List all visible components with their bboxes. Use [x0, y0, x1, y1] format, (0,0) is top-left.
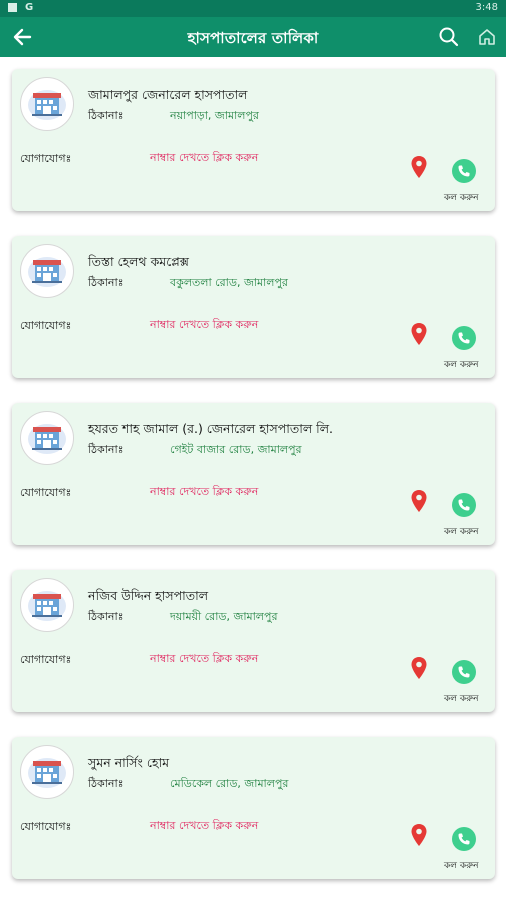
phone-icon: [458, 499, 470, 511]
call-label: কল করুন: [444, 694, 479, 704]
contact-label: যোগাযোগঃ: [20, 653, 72, 666]
phone-icon: [458, 165, 470, 177]
address-value: দয়াময়ী রোড, জামালপুর: [170, 610, 278, 623]
hospital-logo: [20, 578, 74, 632]
call-label: কল করুন: [444, 360, 479, 370]
address-value: বকুলতলা রোড, জামালপুর: [170, 276, 288, 289]
address-label: ঠিকানাঃ: [88, 109, 124, 122]
map-pin-icon[interactable]: [410, 489, 428, 513]
contact-number-link[interactable]: নাম্বার দেখতে ক্লিক করুন: [150, 483, 258, 502]
hospital-card[interactable]: জামালপুর জেনারেল হাসপাতাল ঠিকানাঃ নয়াপা…: [12, 69, 495, 211]
contact-label: যোগাযোগঃ: [20, 820, 72, 833]
hospital-building-icon: [28, 257, 66, 287]
hospital-name: নজিব উদ্দিন হাসপাতাল: [88, 588, 209, 603]
phone-icon: [458, 332, 470, 344]
hospital-logo: [20, 77, 74, 131]
address-label: ঠিকানাঃ: [88, 276, 124, 289]
status-time: 3:48: [475, 2, 498, 13]
map-pin-icon[interactable]: [410, 823, 428, 847]
hospital-logo: [20, 745, 74, 799]
hospital-logo: [20, 411, 74, 465]
search-icon[interactable]: [437, 25, 461, 49]
hospital-name: জামালপুর জেনারেল হাসপাতাল: [88, 87, 248, 102]
call-label: কল করুন: [444, 527, 479, 537]
hospital-building-icon: [28, 591, 66, 621]
map-pin-icon[interactable]: [410, 656, 428, 680]
hospital-name: তিস্তা হেলথ কমপ্লেক্স: [88, 254, 189, 269]
status-bar: G 3:48: [0, 0, 506, 17]
hospital-card[interactable]: সুমন নার্সিং হোম ঠিকানাঃ মেডিকেল রোড, জা…: [12, 737, 495, 879]
contact-label: যোগাযোগঃ: [20, 152, 72, 165]
address-label: ঠিকানাঃ: [88, 443, 124, 456]
hospital-logo: [20, 244, 74, 298]
contact-number-link[interactable]: নাম্বার দেখতে ক্লিক করুন: [150, 817, 258, 836]
contact-label: যোগাযোগঃ: [20, 319, 72, 332]
app-bar: হাসপাতালের তালিকা: [0, 17, 506, 57]
hospital-name: হযরত শাহ জামাল (র.) জেনারেল হাসপাতাল লি.: [88, 421, 334, 436]
page-title: হাসপাতালের তালিকা: [187, 29, 319, 47]
call-button[interactable]: [452, 493, 476, 517]
call-button[interactable]: [452, 827, 476, 851]
hospital-card[interactable]: হযরত শাহ জামাল (র.) জেনারেল হাসপাতাল লি.…: [12, 403, 495, 545]
hospital-card[interactable]: তিস্তা হেলথ কমপ্লেক্স ঠিকানাঃ বকুলতলা রো…: [12, 236, 495, 378]
phone-icon: [458, 833, 470, 845]
address-value: নয়াপাড়া, জামালপুর: [170, 109, 259, 122]
call-button[interactable]: [452, 660, 476, 684]
address-value: মেডিকেল রোড, জামালপুর: [170, 777, 289, 790]
google-icon: G: [25, 2, 34, 13]
map-pin-icon[interactable]: [410, 155, 428, 179]
hospital-card[interactable]: নজিব উদ্দিন হাসপাতাল ঠিকানাঃ দয়াময়ী রো…: [12, 570, 495, 712]
call-button[interactable]: [452, 326, 476, 350]
contact-number-link[interactable]: নাম্বার দেখতে ক্লিক করুন: [150, 650, 258, 669]
contact-label: যোগাযোগঃ: [20, 486, 72, 499]
address-label: ঠিকানাঃ: [88, 610, 124, 623]
contact-number-link[interactable]: নাম্বার দেখতে ক্লিক করুন: [150, 149, 258, 168]
hospital-building-icon: [28, 424, 66, 454]
home-icon[interactable]: [476, 26, 498, 48]
hospital-building-icon: [28, 90, 66, 120]
contact-number-link[interactable]: নাম্বার দেখতে ক্লিক করুন: [150, 316, 258, 335]
map-pin-icon[interactable]: [410, 322, 428, 346]
hospital-building-icon: [28, 758, 66, 788]
call-label: কল করুন: [444, 193, 479, 203]
notification-icon: [8, 3, 17, 12]
hospital-name: সুমন নার্সিং হোম: [88, 755, 170, 770]
address-value: গেইট বাজার রোড, জামালপুর: [170, 443, 302, 456]
address-label: ঠিকানাঃ: [88, 777, 124, 790]
call-button[interactable]: [452, 159, 476, 183]
call-label: কল করুন: [444, 861, 479, 871]
phone-icon: [458, 666, 470, 678]
